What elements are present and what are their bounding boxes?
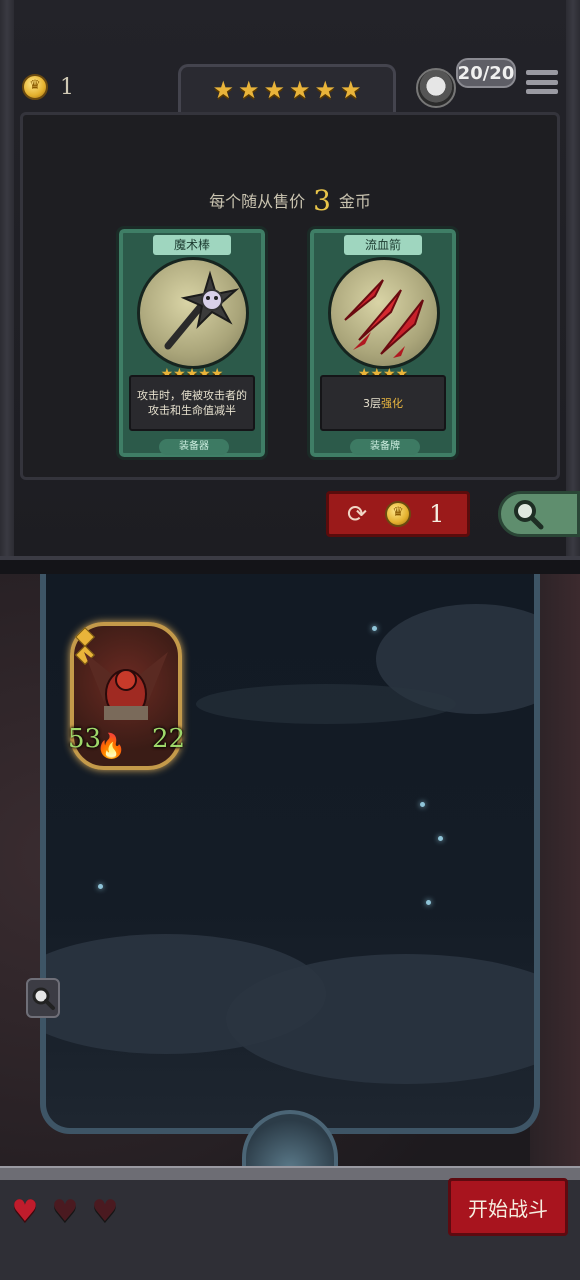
menu-icon-bar <box>526 89 558 94</box>
card-description: 3层 强化 <box>320 375 446 431</box>
star-icon: ★ <box>314 75 337 104</box>
shop-card-magic-wand[interactable]: 魔术棒 ★★★★★ 攻击时，使被攻击者的攻击和生命值减半 装备器 <box>116 226 268 460</box>
sparkle-decoration <box>372 626 377 631</box>
star-icon: ★ <box>340 75 362 104</box>
gold-count: 1 <box>60 74 74 100</box>
heart-empty-icon: ♥ <box>51 1194 79 1229</box>
card-title: 流血箭 <box>344 235 422 255</box>
sparkle-decoration <box>98 884 103 889</box>
gold-coin-icon <box>22 74 48 100</box>
gold-display: 1 <box>22 74 74 100</box>
search-icon <box>32 987 55 1010</box>
refresh-icon: ⟳ <box>347 500 368 528</box>
shop-card-bleed-arrow[interactable]: 流血箭 ★★★★ 3层 强化 装备牌 <box>307 226 459 460</box>
refresh-shop-button[interactable]: ⟳ 1 <box>326 491 470 537</box>
menu-icon-bar <box>526 79 558 85</box>
heart-empty-icon: ♥ <box>91 1194 119 1229</box>
minion-capacity-badge: 20/20 <box>456 58 516 88</box>
card-type-label: 装备器 <box>159 439 229 455</box>
card-description-text: 攻击时，使被攻击者的攻击和生命值减半 <box>137 389 247 417</box>
minion-attack: 53 <box>68 724 102 754</box>
menu-icon-bar <box>526 70 558 75</box>
claw-slash-icon <box>328 257 440 369</box>
card-description-text: 3层 <box>363 396 381 410</box>
sparkle-decoration <box>420 802 425 807</box>
card-title: 魔术棒 <box>153 235 231 255</box>
cloud-decoration <box>196 684 456 724</box>
search-tab-button[interactable] <box>498 491 580 537</box>
heart-full-icon: ♥ <box>11 1194 39 1229</box>
star-icon: ★ <box>289 75 311 104</box>
player-lives: ♥ ♥ ♥ <box>8 1196 122 1228</box>
star-icon: ★ <box>263 75 285 104</box>
sparkle-decoration <box>438 836 443 841</box>
price-info: 每个随从售价 3 金币 <box>0 184 580 217</box>
card-description-keyword: 强化 <box>381 396 403 410</box>
shop-board <box>20 112 560 480</box>
start-battle-button[interactable]: 开始战斗 <box>448 1178 568 1236</box>
card-type-label: 装备牌 <box>350 439 420 455</box>
search-icon <box>514 500 544 530</box>
star-icon: ★ <box>237 75 260 104</box>
gold-coin-icon <box>385 501 412 527</box>
magic-wand-icon <box>137 257 249 369</box>
price-prefix: 每个随从售价 <box>209 192 306 211</box>
sparkle-decoration <box>426 900 431 905</box>
minion-health: 22 <box>152 724 186 754</box>
board-search-button[interactable] <box>26 978 60 1018</box>
refresh-cost: 1 <box>429 500 445 528</box>
player-avatar[interactable] <box>416 68 456 108</box>
price-suffix: 金币 <box>338 192 371 211</box>
tavern-tier-stars: ★ ★ ★ ★ ★ ★ <box>178 64 396 112</box>
card-description: 攻击时，使被攻击者的攻击和生命值减半 <box>129 375 255 431</box>
star-icon: ★ <box>212 75 234 104</box>
price-value: 3 <box>313 184 331 217</box>
menu-button[interactable] <box>526 66 558 98</box>
